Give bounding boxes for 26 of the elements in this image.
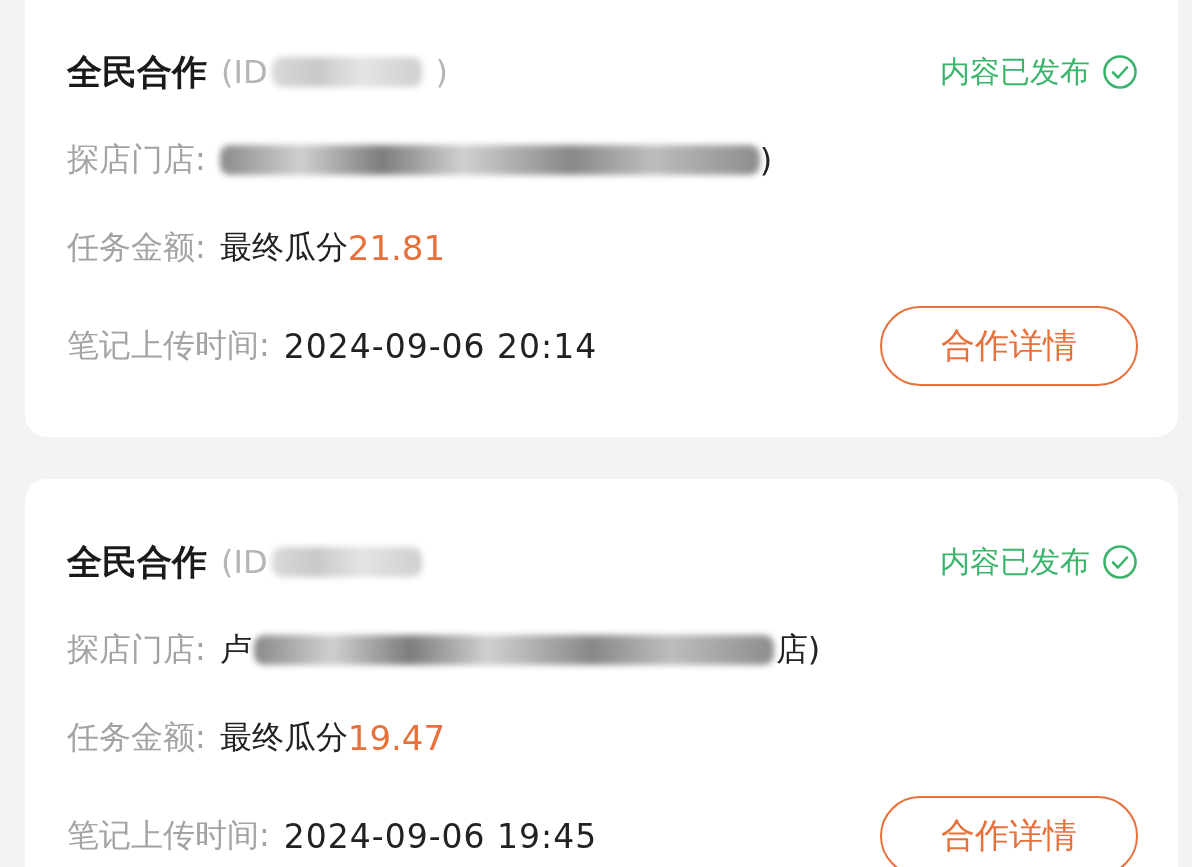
amount-text: 最终瓜分 — [219, 227, 348, 268]
status-label: 内容已发布 — [940, 52, 1090, 91]
upload-time: 2024-09-06 19:45 — [283, 816, 598, 856]
task-title: 全民合作 — [67, 540, 207, 584]
task-id: (ID — [221, 53, 268, 91]
task-id: ) — [435, 53, 449, 91]
amount-value: 21.81 — [347, 228, 446, 268]
amount-label: 任务金额: — [67, 717, 206, 758]
amount-value: 19.47 — [347, 718, 446, 758]
store-name: ) — [759, 141, 773, 179]
check-circle-icon — [1102, 544, 1138, 580]
task-title: 全民合作 — [67, 50, 207, 94]
amount-label: 任务金额: — [67, 227, 206, 268]
status-label: 内容已发布 — [940, 542, 1090, 581]
upload-time-label: 笔记上传时间: — [67, 325, 270, 366]
store-label: 探店门店: — [67, 139, 206, 180]
check-circle-icon — [1102, 54, 1138, 90]
details-button[interactable]: 合作详情 — [880, 796, 1138, 867]
upload-time-label: 笔记上传时间: — [67, 815, 270, 856]
task-id: (ID — [221, 543, 268, 581]
store-name: 店) — [775, 629, 821, 670]
store-name: 卢 — [219, 629, 252, 670]
store-label: 探店门店: — [67, 629, 206, 670]
upload-time: 2024-09-06 20:14 — [283, 326, 598, 366]
details-button[interactable]: 合作详情 — [880, 306, 1138, 386]
amount-text: 最终瓜分 — [219, 717, 348, 758]
